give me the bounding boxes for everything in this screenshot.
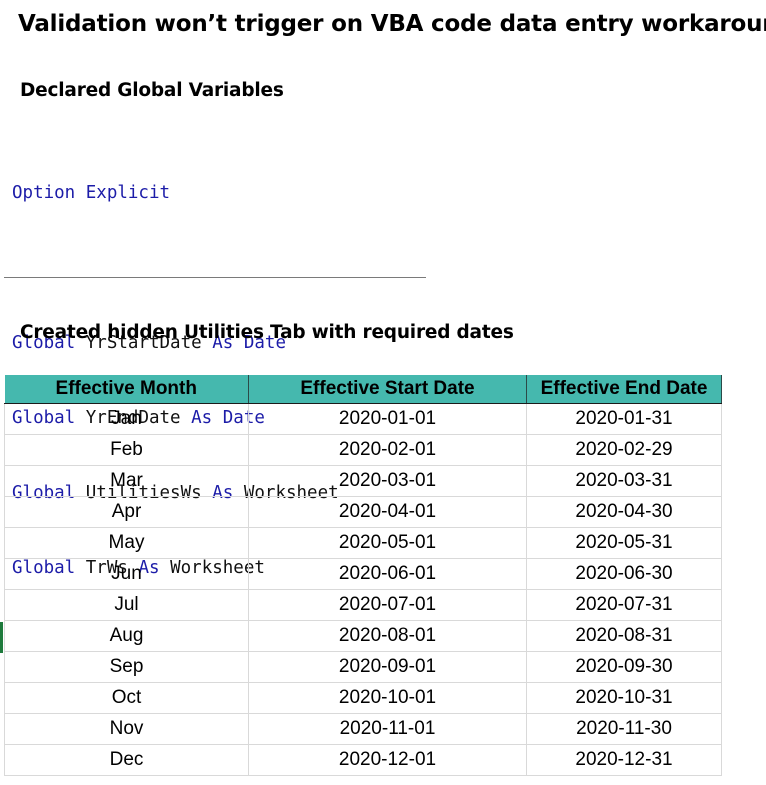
start-date-cell[interactable]: 2020-07-01 [248,589,527,621]
start-date-cell[interactable]: 2020-09-01 [248,651,527,683]
start-date-cell[interactable]: 2020-06-01 [248,558,527,590]
month-cell[interactable]: Apr [4,496,249,528]
month-cell[interactable]: Jun [4,558,249,590]
active-row-indicator [0,622,3,653]
table-row: Nov 2020-11-01 2020-11-30 [4,713,722,745]
globals-heading: Declared Global Variables [20,80,284,101]
table-row: Apr 2020-04-01 2020-04-30 [4,496,722,528]
month-cell[interactable]: Jul [4,589,249,621]
start-date-cell[interactable]: 2020-03-01 [248,465,527,497]
month-cell[interactable]: Nov [4,713,249,745]
utilities-heading: Created hidden Utilities Tab with requir… [20,322,514,343]
table-row: Jul 2020-07-01 2020-07-31 [4,589,722,621]
end-date-cell[interactable]: 2020-04-30 [526,496,722,528]
month-cell[interactable]: Aug [4,620,249,652]
table-row: Jun 2020-06-01 2020-06-30 [4,558,722,590]
end-date-cell[interactable]: 2020-08-31 [526,620,722,652]
start-date-cell[interactable]: 2020-01-01 [248,403,527,435]
start-date-cell[interactable]: 2020-10-01 [248,682,527,714]
month-cell[interactable]: Jan [4,403,249,435]
end-date-cell[interactable]: 2020-10-31 [526,682,722,714]
month-cell[interactable]: Mar [4,465,249,497]
code-divider [4,277,426,278]
month-cell[interactable]: Dec [4,744,249,776]
start-date-cell[interactable]: 2020-02-01 [248,434,527,466]
month-cell[interactable]: May [4,527,249,559]
table-row: Sep 2020-09-01 2020-09-30 [4,651,722,683]
table-row: Oct 2020-10-01 2020-10-31 [4,682,722,714]
end-date-cell[interactable]: 2020-12-31 [526,744,722,776]
end-date-cell[interactable]: 2020-02-29 [526,434,722,466]
end-date-cell[interactable]: 2020-05-31 [526,527,722,559]
end-date-cell[interactable]: 2020-09-30 [526,651,722,683]
table-row: Jan 2020-01-01 2020-01-31 [4,403,722,435]
month-cell[interactable]: Oct [4,682,249,714]
end-date-cell[interactable]: 2020-03-31 [526,465,722,497]
end-date-cell[interactable]: 2020-06-30 [526,558,722,590]
utilities-date-table: Effective Month Effective Start Date Eff… [4,375,722,776]
column-header-effective-start-date[interactable]: Effective Start Date [248,375,527,404]
table-row: Aug 2020-08-01 2020-08-31 [4,620,722,652]
column-header-effective-month[interactable]: Effective Month [4,375,249,404]
page-title: Validation won’t trigger on VBA code dat… [18,11,766,37]
start-date-cell[interactable]: 2020-12-01 [248,744,527,776]
code-option-explicit: Option Explicit [12,183,171,203]
table-row: Feb 2020-02-01 2020-02-29 [4,434,722,466]
month-cell[interactable]: Sep [4,651,249,683]
end-date-cell[interactable]: 2020-07-31 [526,589,722,621]
start-date-cell[interactable]: 2020-05-01 [248,527,527,559]
end-date-cell[interactable]: 2020-01-31 [526,403,722,435]
table-row: Dec 2020-12-01 2020-12-31 [4,744,722,776]
table-row: Mar 2020-03-01 2020-03-31 [4,465,722,497]
start-date-cell[interactable]: 2020-11-01 [248,713,527,745]
table-body: Jan 2020-01-01 2020-01-31 Feb 2020-02-01… [4,403,722,776]
month-cell[interactable]: Feb [4,434,249,466]
end-date-cell[interactable]: 2020-11-30 [526,713,722,745]
start-date-cell[interactable]: 2020-04-01 [248,496,527,528]
start-date-cell[interactable]: 2020-08-01 [248,620,527,652]
table-row: May 2020-05-01 2020-05-31 [4,527,722,559]
table-header-row: Effective Month Effective Start Date Eff… [4,375,722,404]
column-header-effective-end-date[interactable]: Effective End Date [526,375,722,404]
